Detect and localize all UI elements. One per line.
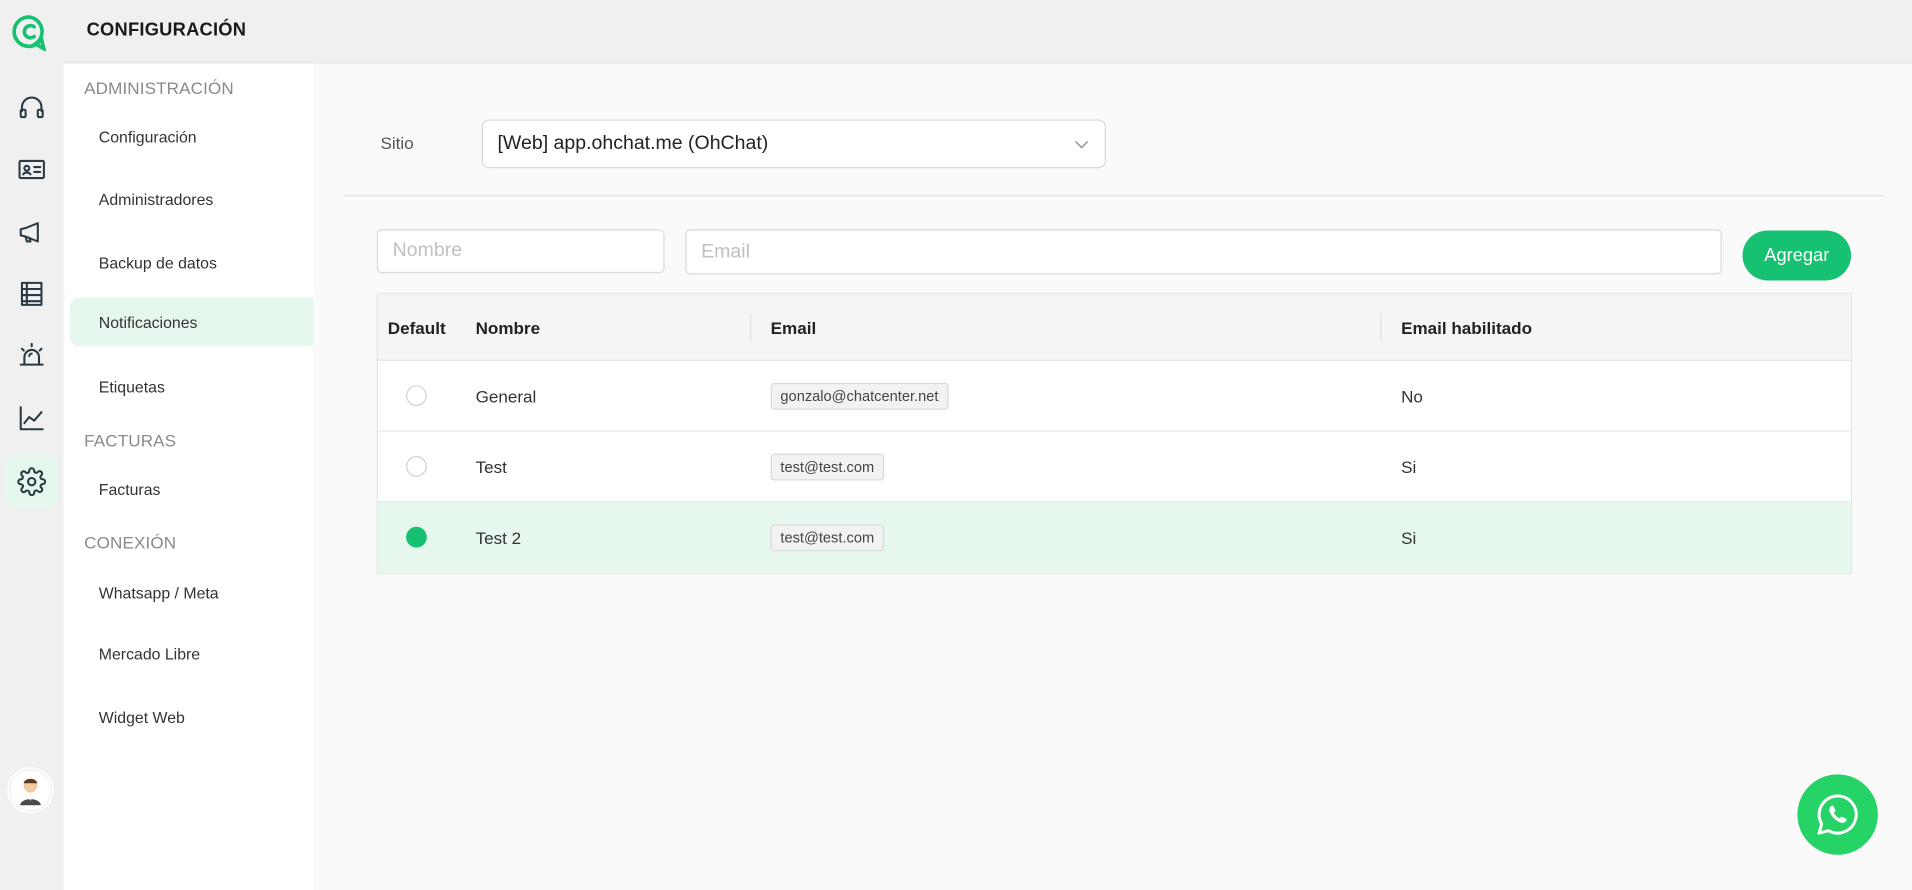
column-separator [1380, 313, 1382, 341]
contact-card-icon[interactable] [5, 144, 59, 195]
default-radio[interactable] [406, 526, 427, 548]
site-select[interactable]: [Web] app.ohchat.me (OhChat) [481, 119, 1106, 169]
sidebar-item-backup[interactable]: Backup de datos [70, 238, 319, 287]
alarm-icon[interactable] [5, 330, 59, 381]
row-name: General [475, 386, 537, 407]
chevron-down-icon [1074, 140, 1089, 149]
sidebar-item-etiquetas[interactable]: Etiquetas [70, 362, 319, 411]
list-icon[interactable] [5, 268, 59, 319]
notifications-table: Default Nombre Email Email habilitado Ge… [376, 292, 1853, 575]
column-header-nombre: Nombre [475, 318, 541, 338]
table-row[interactable]: Test test@test.com Si [378, 431, 1852, 503]
column-header-default: Default [387, 318, 446, 338]
headset-icon[interactable] [5, 82, 59, 133]
site-select-value: [Web] app.ohchat.me (OhChat) [497, 132, 769, 154]
column-header-email: Email [770, 318, 817, 338]
gear-icon[interactable] [4, 456, 59, 508]
email-tag: gonzalo@chatcenter.net [770, 382, 949, 410]
main-content: Sitio [Web] app.ohchat.me (OhChat) Agreg… [313, 63, 1912, 890]
site-label: Sitio [380, 132, 414, 153]
section-title-facturas: FACTURAS [84, 430, 177, 450]
column-separator [749, 313, 752, 341]
table-row[interactable]: Test 2 test@test.com Si [378, 502, 1852, 574]
sidebar-item-administradores[interactable]: Administradores [70, 174, 319, 223]
table-row[interactable]: General gonzalo@chatcenter.net No [378, 360, 1852, 432]
column-header-email-habilitado: Email habilitado [1401, 318, 1533, 338]
email-input[interactable] [685, 229, 1722, 275]
sidebar-item-mercado-libre[interactable]: Mercado Libre [70, 629, 319, 678]
email-tag: test@test.com [770, 453, 884, 481]
settings-sidebar: ADMINISTRACIÓN Configuración Administrad… [63, 63, 319, 747]
sidebar-item-widget-web[interactable]: Widget Web [70, 693, 319, 742]
email-tag: test@test.com [770, 524, 884, 552]
default-radio[interactable] [406, 456, 427, 477]
row-name: Test [475, 457, 507, 477]
sidebar-item-notificaciones[interactable]: Notificaciones [69, 297, 319, 347]
divider [343, 195, 1884, 197]
sidebar-item-whatsapp-meta[interactable]: Whatsapp / Meta [70, 568, 319, 617]
row-email-enabled: No [1401, 386, 1423, 407]
add-button[interactable]: Agregar [1742, 230, 1852, 281]
avatar[interactable] [7, 767, 54, 814]
table-header: Default Nombre Email Email habilitado [378, 293, 1852, 361]
name-input[interactable] [376, 229, 665, 274]
default-radio[interactable] [406, 385, 427, 407]
app: CONFIGURACIÓN ADMINISTRACIÓN Configuraci… [0, 0, 1912, 890]
whatsapp-icon [1817, 794, 1858, 835]
row-name: Test 2 [475, 528, 522, 548]
page-title: CONFIGURACIÓN [86, 19, 247, 41]
megaphone-icon[interactable] [5, 206, 59, 257]
row-email-enabled: Si [1401, 457, 1417, 477]
section-title-administracion: ADMINISTRACIÓN [84, 78, 234, 98]
sidebar-item-facturas[interactable]: Facturas [70, 465, 319, 514]
sidebar-item-configuracion[interactable]: Configuración [70, 112, 319, 161]
chart-line-icon[interactable] [5, 393, 59, 444]
top-bar: CONFIGURACIÓN [63, 0, 1912, 64]
section-title-conexion: CONEXIÓN [84, 532, 177, 553]
sidebar-footer-space [63, 746, 314, 890]
logo-icon[interactable] [12, 15, 47, 53]
whatsapp-button[interactable] [1797, 774, 1878, 855]
icon-rail [0, 0, 64, 890]
row-email-enabled: Si [1401, 528, 1417, 548]
